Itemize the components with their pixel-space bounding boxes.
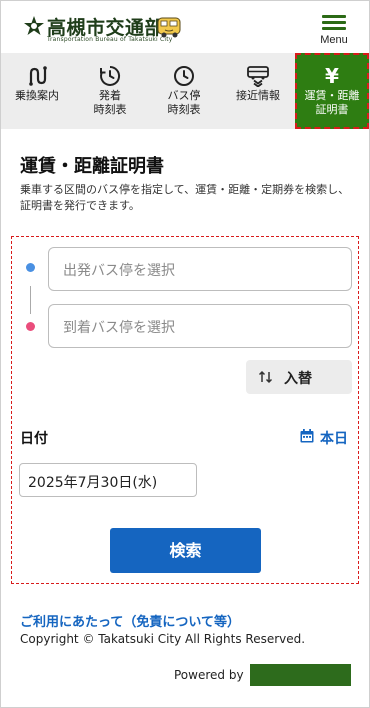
arrival-dot-icon	[26, 322, 35, 331]
transfer-icon	[29, 66, 47, 86]
arrival-stop-input[interactable]: 到着バス停を選択	[48, 304, 352, 348]
bus-approach-icon	[247, 66, 269, 87]
logo-subtitle: Transportation Bureau of Takatsuki City	[47, 36, 173, 43]
swap-label: 入替	[284, 371, 312, 387]
nav-transfer-label: 乗換案内	[15, 89, 59, 102]
powered-by-text: Powered by	[174, 668, 244, 682]
logo[interactable]: 高槻市交通部 Transportation Bureau of Takatsuk…	[23, 13, 188, 47]
nav-stop-timetable[interactable]: バス停 時刻表	[147, 53, 221, 129]
nav-fare-certificate[interactable]: ¥ 運賃・距離 証明書	[295, 53, 369, 129]
navitime-logo[interactable]	[250, 664, 351, 686]
nav-fare-label: 運賃・距離 証明書	[304, 89, 360, 116]
copyright-text: Copyright © Takatsuki City All Rights Re…	[20, 632, 306, 646]
today-label: 本日	[320, 431, 348, 447]
swap-arrows-icon	[258, 370, 273, 384]
departure-clock-icon	[100, 65, 121, 86]
page-description: 乗車する区間のバス停を指定して、運賃・距離・定期券を検索し、証明書を発行できます…	[20, 183, 350, 212]
hamburger-bar	[322, 21, 346, 24]
swap-button[interactable]: 入替	[246, 360, 352, 394]
nav-departure-label: 発着 時刻表	[93, 89, 127, 116]
page-title: 運賃・距離証明書	[20, 156, 164, 177]
main-nav: 乗換案内 発着 時刻表 バス停 時刻表 接近情報 ¥ 運賃・距離 証明書	[1, 53, 369, 129]
menu-label: Menu	[320, 34, 348, 46]
date-field[interactable]: 2025年7月30日(水)	[19, 463, 197, 497]
nav-departure-timetable[interactable]: 発着 時刻表	[73, 53, 147, 129]
header: 高槻市交通部 Transportation Bureau of Takatsuk…	[1, 1, 369, 53]
departure-stop-input[interactable]: 出発バス停を選択	[48, 247, 352, 291]
hamburger-icon	[322, 15, 346, 18]
nav-transfer[interactable]: 乗換案内	[1, 53, 73, 129]
route-connector	[30, 286, 31, 314]
bus-mascot-icon	[157, 17, 181, 38]
yen-icon: ¥	[325, 64, 339, 88]
calendar-icon	[300, 429, 314, 443]
date-label: 日付	[20, 431, 48, 447]
nav-approach-label: 接近情報	[236, 89, 280, 102]
clock-icon	[174, 66, 194, 86]
nav-approach-info[interactable]: 接近情報	[221, 53, 295, 129]
search-button[interactable]: 検索	[110, 528, 261, 573]
disclaimer-link[interactable]: ご利用にあたって（免責について等）	[20, 611, 240, 630]
nav-stop-timetable-label: バス停 時刻表	[167, 89, 201, 116]
menu-button[interactable]: Menu	[317, 11, 351, 49]
hamburger-bar	[322, 27, 346, 30]
departure-dot-icon	[26, 263, 35, 272]
city-emblem-icon	[24, 16, 44, 35]
